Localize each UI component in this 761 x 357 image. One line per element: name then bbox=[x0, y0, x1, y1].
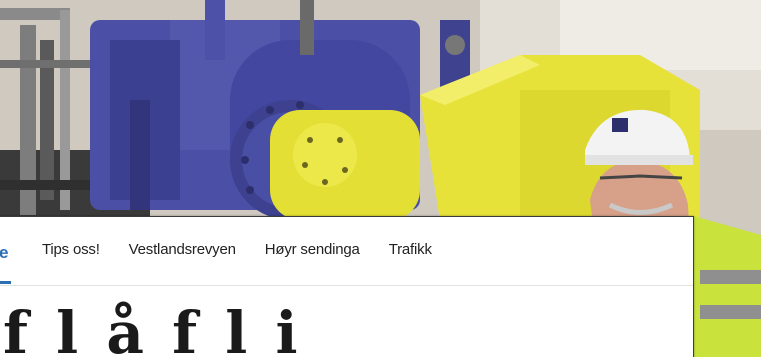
nav-links: Tips oss! Vestlandsrevyen Høyr sendinga … bbox=[42, 241, 432, 258]
nav-link-trafikk[interactable]: Trafikk bbox=[389, 241, 432, 258]
nav-link-vestlandsrevyen[interactable]: Vestlandsrevyen bbox=[129, 241, 236, 258]
page: e Tips oss! Vestlandsrevyen Høyr sending… bbox=[0, 0, 761, 357]
brand-fragment[interactable]: e bbox=[0, 243, 8, 263]
article-card: e Tips oss! Vestlandsrevyen Høyr sending… bbox=[0, 216, 694, 357]
nav-link-hoyr-sendinga[interactable]: Høyr sendinga bbox=[265, 241, 360, 258]
top-navigation: e Tips oss! Vestlandsrevyen Høyr sending… bbox=[0, 217, 693, 286]
nav-link-tips-oss[interactable]: Tips oss! bbox=[42, 241, 100, 258]
active-tab-indicator bbox=[0, 281, 11, 284]
article-headline: f l å f l i bbox=[3, 299, 302, 357]
